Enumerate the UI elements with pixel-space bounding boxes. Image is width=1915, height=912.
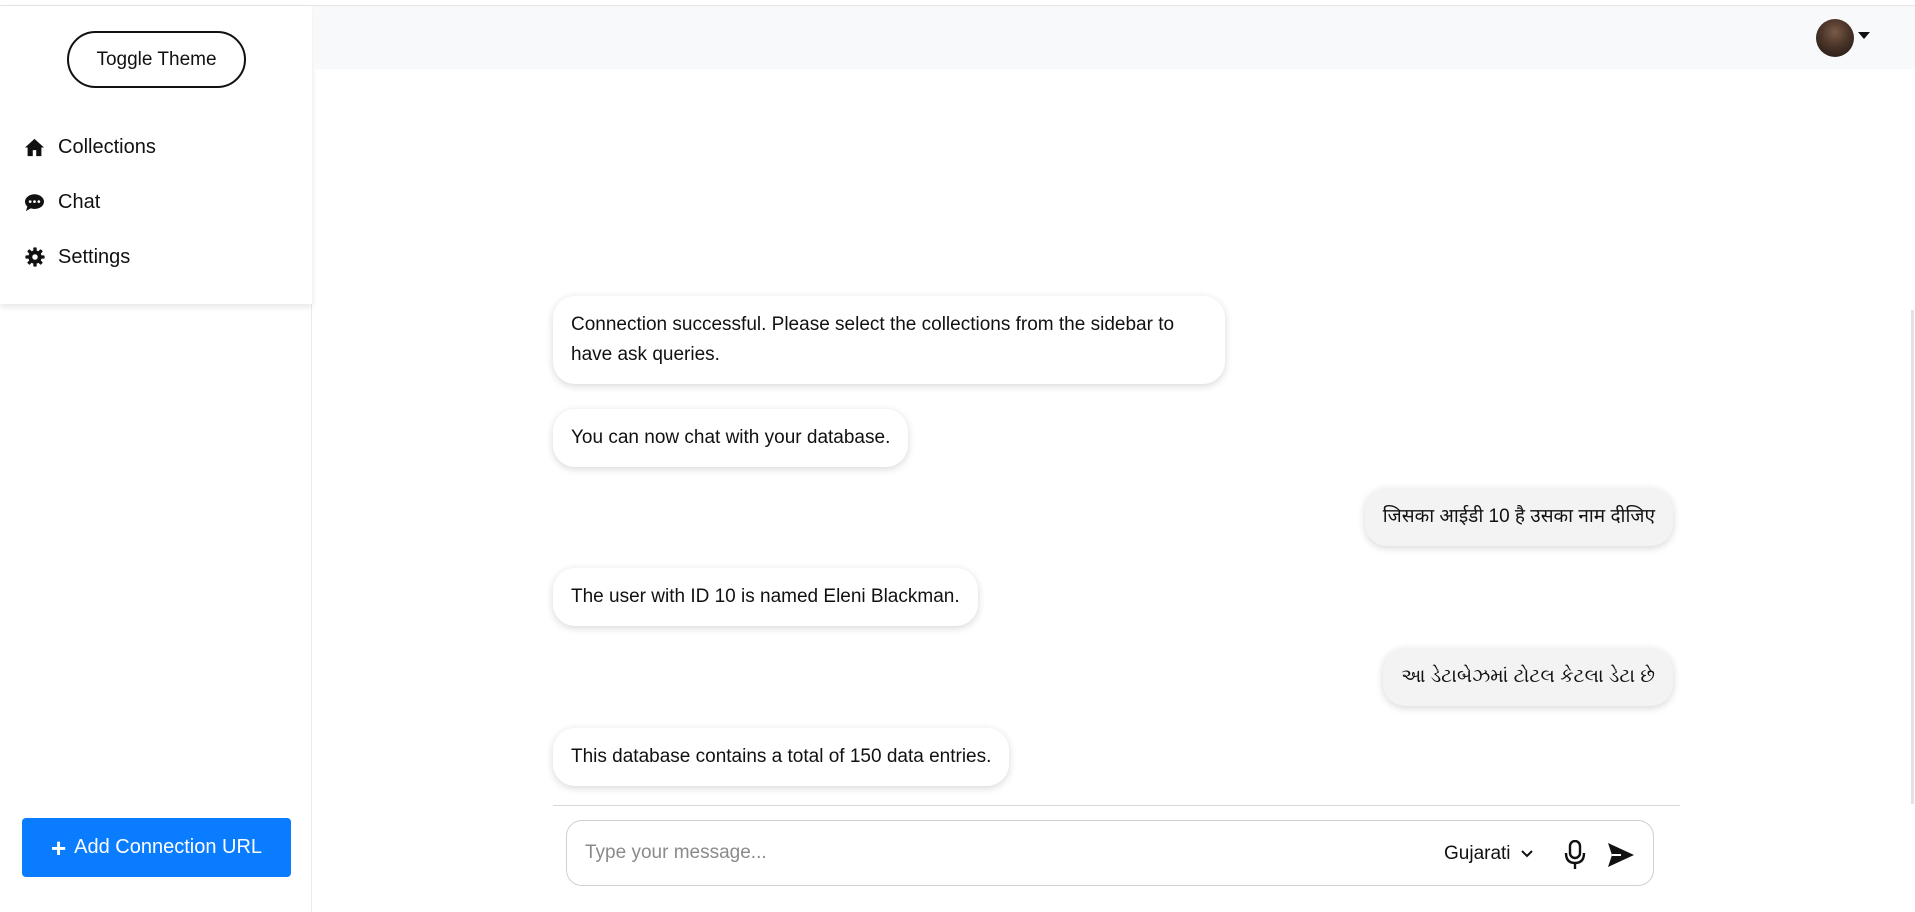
composer-divider	[553, 805, 1680, 806]
sidebar-item-label: Collections	[58, 135, 156, 158]
scrollbar[interactable]	[1911, 310, 1914, 804]
gear-icon	[24, 247, 45, 268]
sidebar: Toggle Theme Collections Chat Settings +…	[0, 6, 312, 912]
bot-message: The user with ID 10 is named Eleni Black…	[553, 568, 978, 626]
add-connection-label: Add Connection URL	[74, 836, 263, 858]
message-composer: Gujarati	[566, 820, 1654, 886]
send-icon[interactable]	[1605, 839, 1637, 871]
plus-icon: +	[50, 832, 67, 863]
add-connection-url-button[interactable]: + Add Connection URL	[22, 818, 291, 877]
sidebar-item-chat[interactable]: Chat	[24, 187, 100, 217]
language-select[interactable]: Gujarati	[1444, 839, 1533, 869]
bot-message: Connection successful. Please select the…	[553, 296, 1225, 384]
chat-bubble-icon	[24, 192, 45, 213]
top-header	[313, 6, 1915, 69]
sidebar-item-collections[interactable]: Collections	[24, 132, 156, 162]
user-message: जिसका आईडी 10 है उसका नाम दीजिए	[1364, 488, 1673, 546]
user-avatar[interactable]	[1816, 19, 1854, 57]
bot-message: This database contains a total of 150 da…	[553, 728, 1010, 786]
sidebar-item-label: Chat	[58, 190, 101, 213]
sidebar-nav-panel: Toggle Theme Collections Chat Settings	[0, 6, 312, 304]
bot-message: You can now chat with your database.	[553, 409, 909, 467]
caret-down-icon[interactable]	[1858, 32, 1870, 39]
toggle-theme-button[interactable]: Toggle Theme	[67, 31, 246, 88]
sidebar-item-settings[interactable]: Settings	[24, 242, 130, 272]
microphone-icon[interactable]	[1560, 839, 1590, 871]
language-selected-value: Gujarati	[1444, 843, 1511, 864]
user-message: આ ડેટાબેઝમાં ટોટલ કેટલા ડેટા છે	[1383, 648, 1673, 706]
home-icon	[24, 137, 45, 158]
chevron-down-icon	[1520, 850, 1533, 858]
message-input[interactable]	[585, 835, 1385, 871]
sidebar-item-label: Settings	[58, 245, 131, 268]
